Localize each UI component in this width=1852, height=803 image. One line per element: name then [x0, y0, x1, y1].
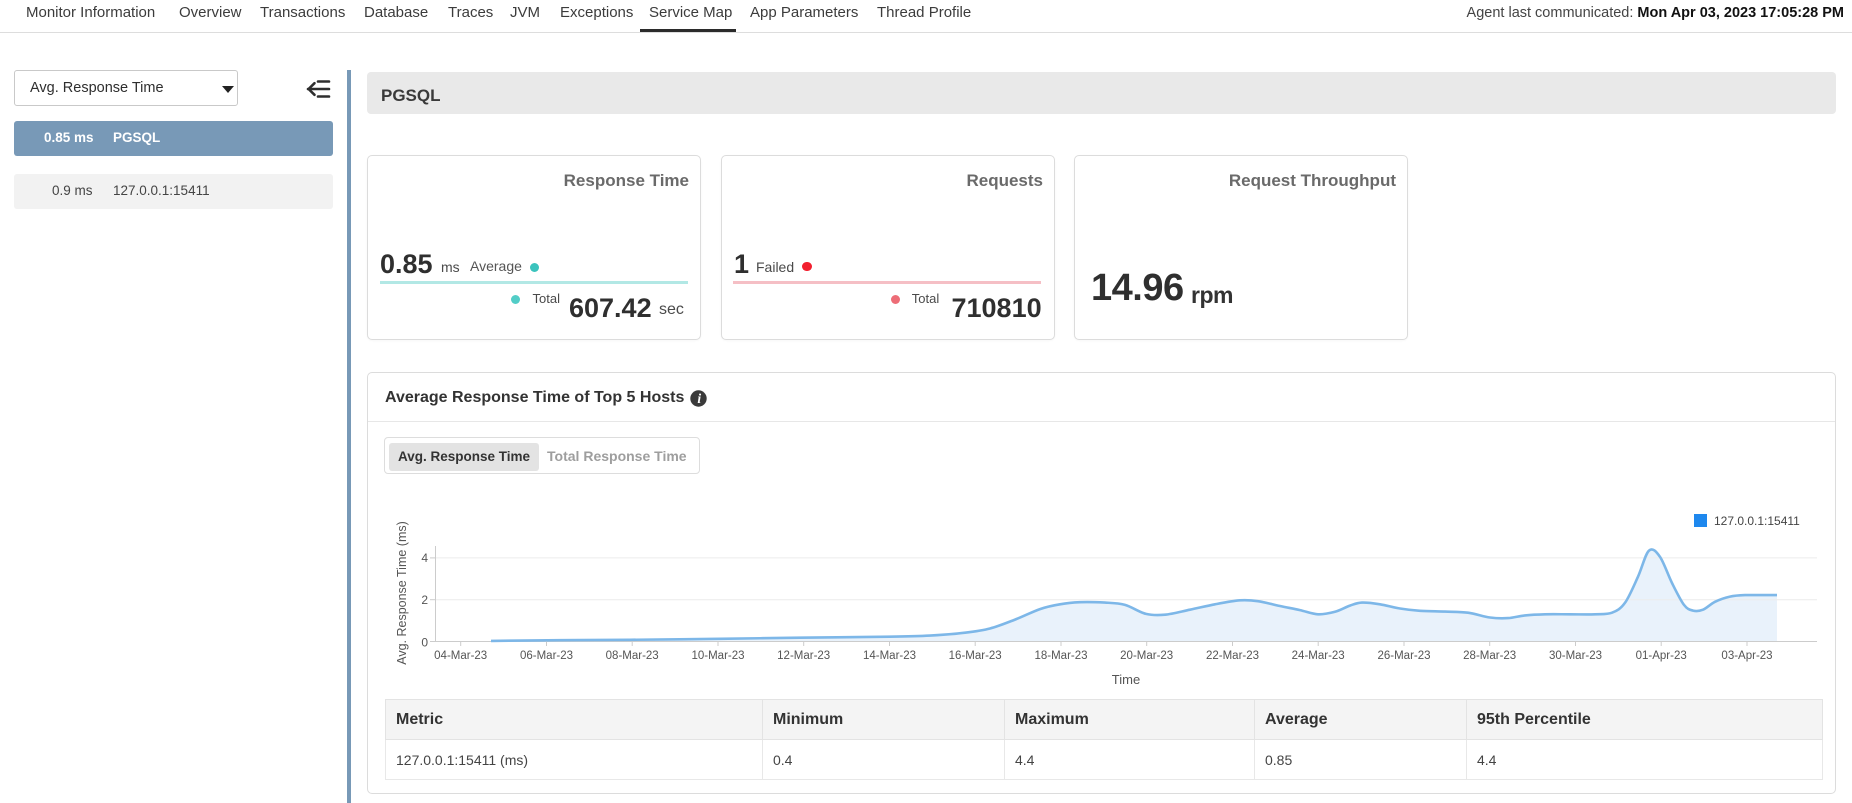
svg-text:04-Mar-23: 04-Mar-23: [434, 650, 487, 662]
svg-text:01-Apr-23: 01-Apr-23: [1636, 650, 1687, 662]
svg-text:4: 4: [421, 551, 428, 565]
svg-text:16-Mar-23: 16-Mar-23: [949, 650, 1002, 662]
svg-text:14-Mar-23: 14-Mar-23: [863, 650, 916, 662]
svg-text:03-Apr-23: 03-Apr-23: [1721, 650, 1772, 662]
svg-text:28-Mar-23: 28-Mar-23: [1463, 650, 1516, 662]
svg-text:26-Mar-23: 26-Mar-23: [1377, 650, 1430, 662]
svg-text:10-Mar-23: 10-Mar-23: [691, 650, 744, 662]
svg-text:2: 2: [421, 593, 428, 607]
svg-text:22-Mar-23: 22-Mar-23: [1206, 650, 1259, 662]
svg-text:24-Mar-23: 24-Mar-23: [1292, 650, 1345, 662]
svg-text:08-Mar-23: 08-Mar-23: [606, 650, 659, 662]
svg-text:30-Mar-23: 30-Mar-23: [1549, 650, 1602, 662]
svg-text:06-Mar-23: 06-Mar-23: [520, 650, 573, 662]
svg-text:18-Mar-23: 18-Mar-23: [1034, 650, 1087, 662]
svg-text:0: 0: [421, 636, 428, 650]
svg-text:Avg. Response Time (ms): Avg. Response Time (ms): [395, 521, 409, 665]
svg-text:Time: Time: [1112, 672, 1140, 687]
svg-text:20-Mar-23: 20-Mar-23: [1120, 650, 1173, 662]
svg-text:12-Mar-23: 12-Mar-23: [777, 650, 830, 662]
